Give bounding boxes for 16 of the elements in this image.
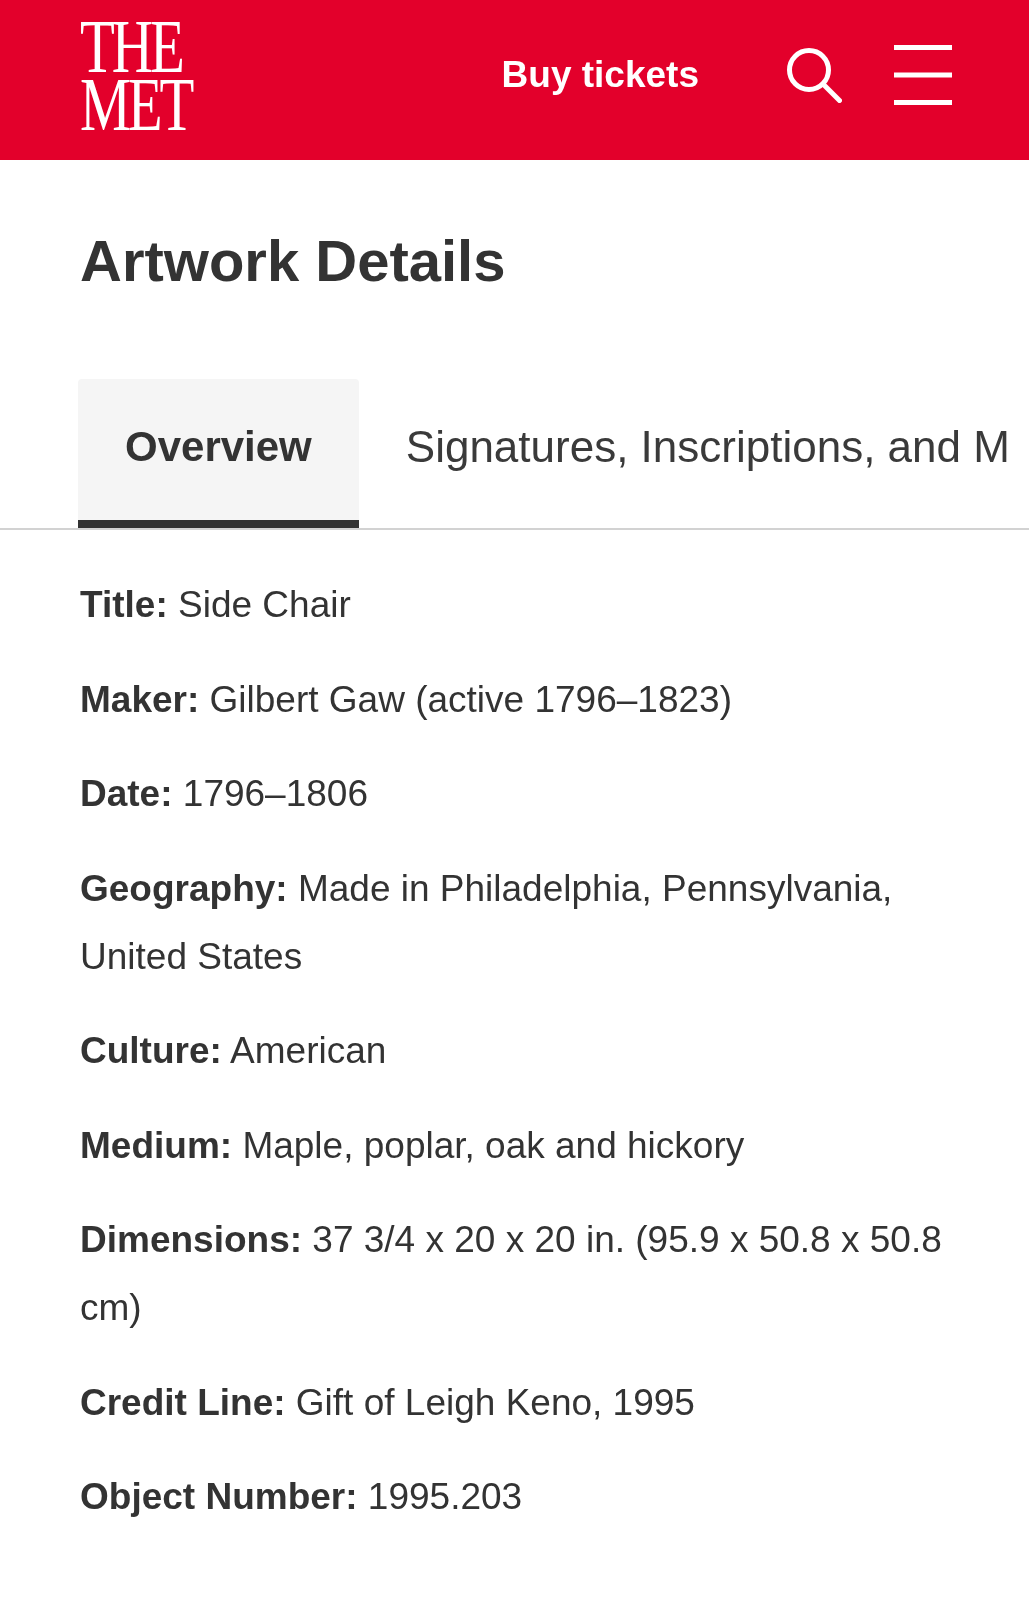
detail-text: Medium: Maple, poplar, oak and hickory — [80, 1123, 746, 1168]
detail-text: Date: 1796–1806 — [80, 772, 369, 816]
search-icon[interactable] — [786, 47, 842, 103]
buy-tickets-link[interactable]: Buy tickets — [501, 53, 699, 97]
page-title: Artwork Details — [80, 227, 506, 295]
detail-text: Object Number: 1995.203 — [80, 1475, 524, 1519]
menu-icon[interactable] — [894, 45, 952, 105]
detail-text: Geography: Made in Philadelphia, Pennsylvania, United States — [80, 866, 894, 979]
detail-text: Dimensions: 37 3/4 x 20 x 20 in. (95.9 x 50.8 x 50.8 cm) — [80, 1218, 943, 1330]
detail-text: Title: Side Chair — [80, 583, 352, 627]
tab[interactable]: Signatures, Inscriptions, and M — [358, 379, 1010, 528]
logo[interactable]: THE MET — [80, 17, 192, 133]
detail-text: Credit Line: Gift of Leigh Keno, 1995 — [80, 1380, 696, 1425]
detail-text: Maker: Gilbert Gaw (active 1796–1823) — [80, 677, 733, 722]
detail-text: Culture: American — [80, 1029, 388, 1073]
tab[interactable]: Overview — [78, 379, 359, 528]
